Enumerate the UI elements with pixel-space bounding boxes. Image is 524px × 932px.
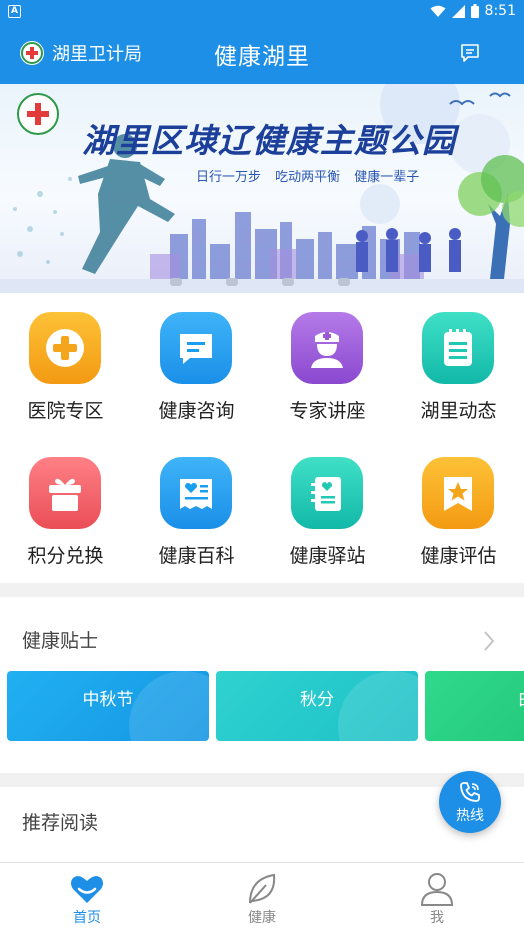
signal-icon <box>451 4 465 18</box>
battery-icon <box>470 4 479 18</box>
grid-item-label: 健康咨询 <box>158 400 235 422</box>
notepad-icon <box>422 312 494 384</box>
grid-item-news[interactable]: 湖里动态 <box>393 300 524 440</box>
tip-card-label: 秋分 <box>300 690 334 710</box>
status-time: 8:51 <box>484 3 516 19</box>
plus-icon <box>29 312 101 384</box>
doctor-icon <box>291 312 363 384</box>
tip-card-label: 中秋节 <box>82 690 134 710</box>
phone-icon <box>460 782 480 802</box>
status-bar: A 8:51 <box>0 0 524 24</box>
grid-item-label: 湖里动态 <box>420 400 497 422</box>
banner-pagination <box>170 278 350 286</box>
tab-health[interactable]: 健康 <box>175 863 349 932</box>
star-bookmark-icon <box>422 457 494 529</box>
chevron-right-icon[interactable] <box>482 630 496 652</box>
pagination-dot <box>282 278 294 286</box>
user-icon <box>420 873 454 906</box>
banner-title: 湖里区埭辽健康主题公园 <box>82 121 456 160</box>
chat-icon <box>160 312 232 384</box>
pagination-dot <box>226 278 238 286</box>
hotline-label: 热线 <box>456 808 484 824</box>
status-icons: 8:51 <box>430 3 516 19</box>
recommended-title: 推荐阅读 <box>22 812 99 834</box>
heart-book-icon <box>291 457 363 529</box>
notification-icon: A <box>8 5 21 18</box>
wifi-icon <box>430 5 446 17</box>
promo-banner[interactable]: 湖里区埭辽健康主题公园 日行一万步 吃动两平衡 健康一辈子 <box>0 84 524 293</box>
tip-card-label: 白 <box>518 690 524 710</box>
grid-item-label: 健康百科 <box>158 545 235 567</box>
grid-item-lecture[interactable]: 专家讲座 <box>262 300 393 440</box>
grid-item-assessment[interactable]: 健康评估 <box>393 445 524 585</box>
message-icon[interactable] <box>460 44 480 62</box>
heart-doc-icon <box>160 457 232 529</box>
grid-item-label: 积分兑换 <box>27 545 104 567</box>
grid-item-label: 专家讲座 <box>289 400 366 422</box>
tab-home[interactable]: 首页 <box>0 863 174 932</box>
app-header: 湖里卫计局 健康湖里 <box>0 24 524 84</box>
grid-item-points[interactable]: 积分兑换 <box>0 445 131 585</box>
bottom-tab-bar: 首页 健康 我 <box>0 862 524 932</box>
banner-subtitle: 日行一万步 吃动两平衡 健康一辈子 <box>196 170 420 185</box>
tab-me[interactable]: 我 <box>350 863 524 932</box>
grid-item-station[interactable]: 健康驿站 <box>262 445 393 585</box>
grid-item-consult[interactable]: 健康咨询 <box>131 300 262 440</box>
tab-label: 首页 <box>73 910 101 926</box>
tab-label: 我 <box>430 910 444 926</box>
gift-icon <box>29 457 101 529</box>
leaf-icon <box>249 873 276 904</box>
hotline-button[interactable]: 热线 <box>439 771 501 833</box>
grid-item-label: 健康驿站 <box>289 545 366 567</box>
grid-item-hospital[interactable]: 医院专区 <box>0 300 131 440</box>
grid-item-encyclopedia[interactable]: 健康百科 <box>131 445 262 585</box>
grid-item-label: 医院专区 <box>27 400 104 422</box>
tip-card[interactable]: 白 <box>425 671 524 741</box>
health-tips-title[interactable]: 健康贴士 <box>22 626 98 653</box>
tip-card[interactable]: 秋分 <box>216 671 418 741</box>
tip-card[interactable]: 中秋节 <box>7 671 209 741</box>
heart-icon <box>71 876 103 903</box>
health-tips-carousel[interactable]: 中秋节 秋分 白 <box>0 671 524 743</box>
grid-item-label: 健康评估 <box>420 545 497 567</box>
dept-name[interactable]: 湖里卫计局 <box>52 40 142 66</box>
tab-label: 健康 <box>248 910 276 926</box>
section-divider <box>0 583 524 597</box>
pagination-dot <box>338 278 350 286</box>
dept-logo-icon[interactable] <box>20 41 44 65</box>
pagination-dot <box>170 278 182 286</box>
